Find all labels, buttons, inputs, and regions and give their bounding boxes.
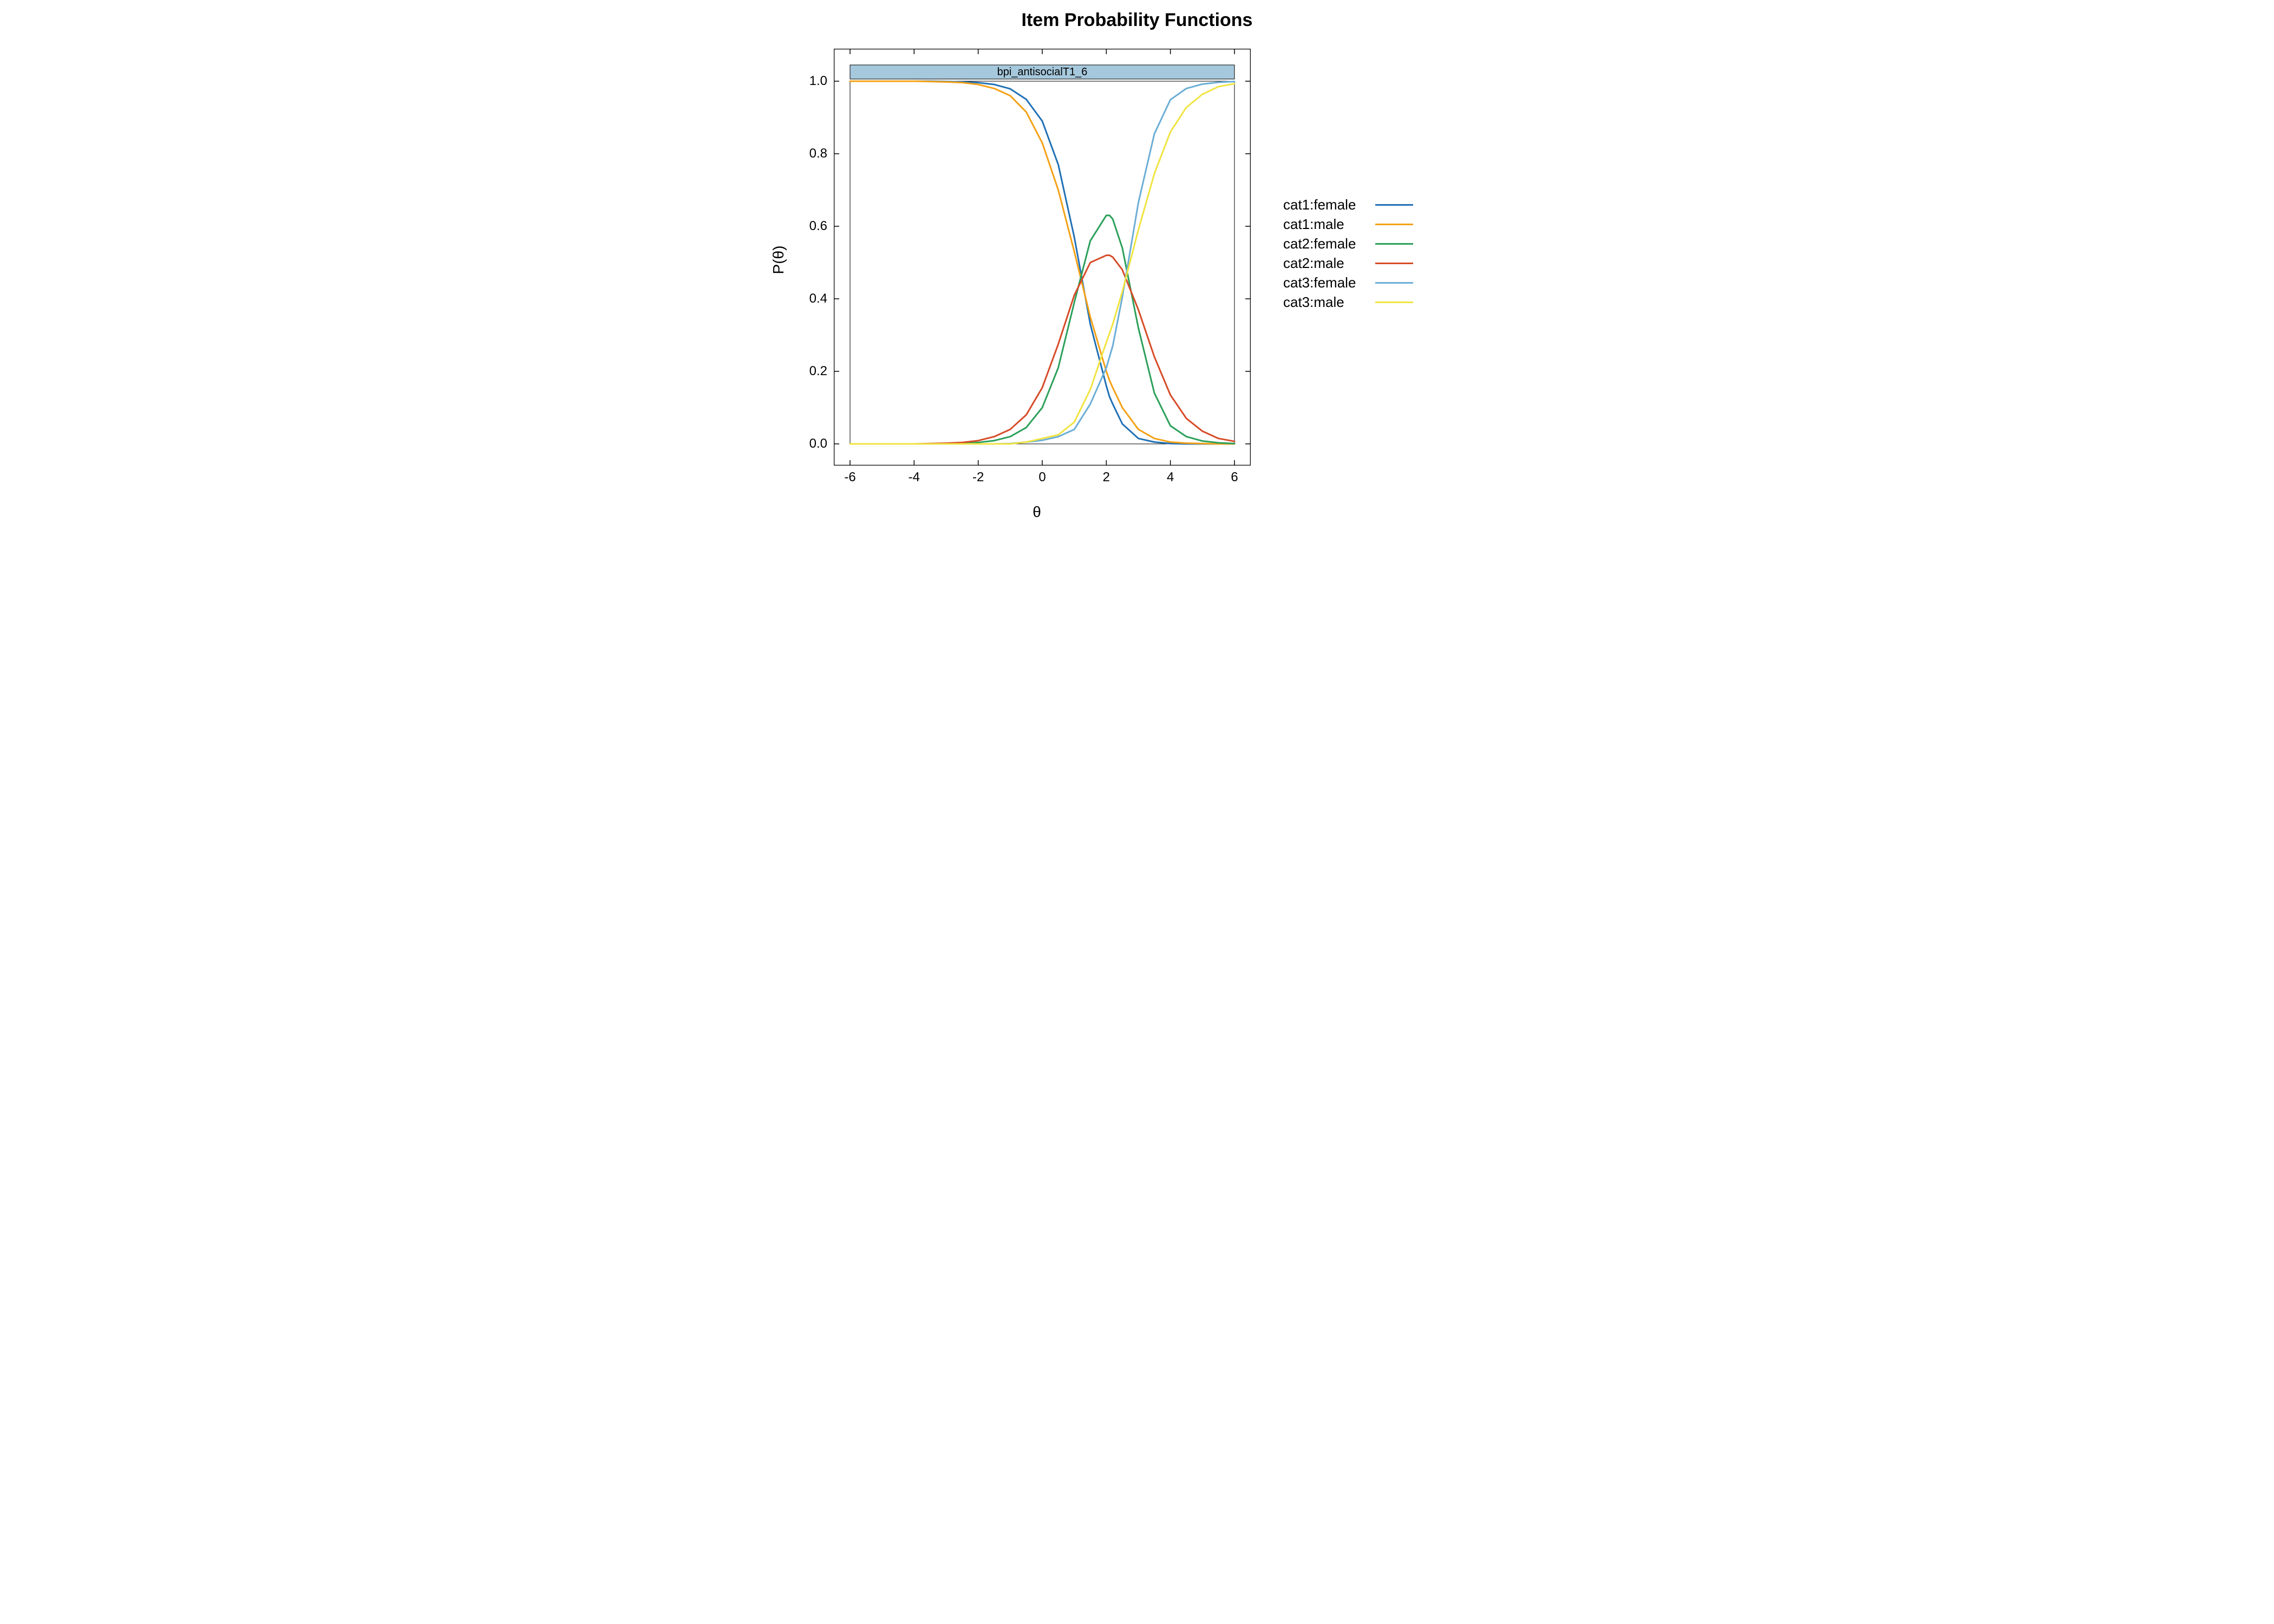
legend-item: cat2:male (1283, 253, 1413, 273)
legend-swatch (1375, 263, 1413, 264)
legend-item: cat2:female (1283, 234, 1413, 253)
x-tick-label: 0 (1038, 470, 1045, 485)
legend-label: cat2:female (1283, 235, 1375, 252)
series-cat1-female (850, 81, 1234, 444)
x-tick-label: 6 (1231, 470, 1238, 485)
chart-title: Item Probability Functions (758, 10, 1516, 31)
series-cat3-female (850, 82, 1234, 444)
legend-label: cat1:female (1283, 197, 1375, 213)
legend-swatch (1375, 243, 1413, 245)
y-tick-label: 0.4 (809, 291, 827, 306)
series-cat2-male (850, 256, 1234, 444)
legend: cat1:female cat1:male cat2:female cat2:male… (1283, 195, 1413, 312)
y-tick-label: 0.2 (809, 364, 827, 379)
legend-label: cat3:male (1283, 294, 1375, 311)
legend-swatch (1375, 302, 1413, 303)
y-tick-label: 0.0 (809, 436, 827, 451)
x-tick-label: 2 (1103, 470, 1110, 485)
plot-frame: bpi_antisocialT1_6 (834, 49, 1251, 466)
y-tick-label: 0.8 (809, 146, 827, 161)
x-tick-label: -2 (972, 470, 984, 485)
legend-item: cat1:male (1283, 214, 1413, 234)
x-tick-label: -6 (844, 470, 855, 485)
legend-swatch (1375, 204, 1413, 206)
series-cat3-male (850, 84, 1234, 444)
y-axis-label: P(θ) (770, 246, 787, 274)
legend-item: cat1:female (1283, 195, 1413, 214)
chart-svg: bpi_antisocialT1_6 (834, 49, 1251, 466)
series-cat2-female (850, 215, 1234, 444)
x-tick-label: 4 (1167, 470, 1174, 485)
series-cat1-male (850, 81, 1234, 444)
legend-item: cat3:male (1283, 292, 1413, 312)
legend-swatch (1375, 224, 1413, 225)
legend-item: cat3:female (1283, 273, 1413, 292)
y-tick-label: 0.6 (809, 219, 827, 234)
legend-label: cat3:female (1283, 274, 1375, 291)
x-axis-label: θ (1033, 503, 1041, 521)
legend-label: cat1:male (1283, 216, 1375, 233)
legend-label: cat2:male (1283, 255, 1375, 272)
y-tick-label: 1.0 (809, 74, 827, 89)
legend-swatch (1375, 282, 1413, 284)
x-tick-label: -4 (909, 470, 920, 485)
panel-strip-label: bpi_antisocialT1_6 (997, 66, 1088, 78)
chart-page: Item Probability Functions P(θ) θ bpi_an… (758, 0, 1516, 541)
